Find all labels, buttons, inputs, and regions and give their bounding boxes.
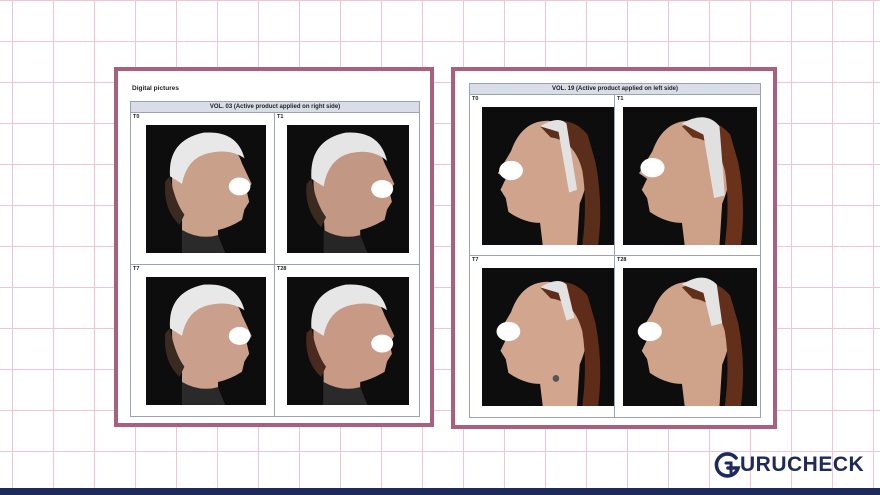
profile-right-image (146, 276, 266, 405)
face-photo[interactable] (623, 268, 757, 406)
photo-cell-t28: T28 (615, 256, 760, 417)
timepoint-label: T7 (133, 265, 140, 272)
photo-cell-t0: T0 (470, 95, 615, 256)
timepoint-label: T28 (277, 265, 287, 272)
photo-cell-t7: T7 (131, 264, 275, 416)
photo-cell-t7: T7 (470, 256, 615, 417)
profile-left-image (482, 268, 614, 406)
face-photo[interactable] (287, 276, 409, 405)
gurucheck-logo: URUCHECK (712, 449, 872, 481)
photo-cell-t28: T28 (275, 265, 419, 417)
doc-heading: Digital pictures (132, 85, 179, 92)
face-photo[interactable] (146, 276, 266, 405)
timepoint-label: T1 (617, 96, 624, 102)
profile-right-image (287, 276, 409, 405)
photo-cell-t1: T1 (615, 95, 760, 256)
footer-bar (0, 488, 880, 495)
logo-mark-icon (714, 452, 741, 478)
timepoint-label: T1 (277, 114, 284, 120)
timepoint-label: T7 (472, 257, 479, 263)
profile-left-image (623, 268, 757, 406)
face-photo[interactable] (482, 268, 614, 406)
face-photo[interactable] (146, 125, 266, 253)
photo-cell-t0: T0 (131, 113, 275, 265)
timepoint-label: T0 (472, 96, 479, 102)
timepoint-label: T0 (133, 114, 140, 120)
document-panel-vol-03: Digital pictures VOL. 03 (Active product… (114, 67, 434, 427)
face-photo[interactable] (482, 107, 614, 245)
face-photo[interactable] (623, 107, 757, 245)
profile-right-image (287, 125, 409, 253)
document-panel-vol-19: VOL. 19 (Active product applied on left … (451, 67, 777, 429)
profile-left-image (623, 107, 757, 245)
profile-right-image (146, 125, 266, 253)
photo-grid: T0 T1 T7 T28 (130, 112, 420, 417)
profile-left-image (482, 107, 614, 245)
timepoint-label: T28 (617, 257, 627, 263)
photo-cell-t1: T1 (275, 113, 419, 265)
brand-name: URUCHECK (740, 453, 865, 476)
face-photo[interactable] (287, 125, 409, 253)
photo-grid: T0 T1 T7 T28 (469, 94, 761, 418)
